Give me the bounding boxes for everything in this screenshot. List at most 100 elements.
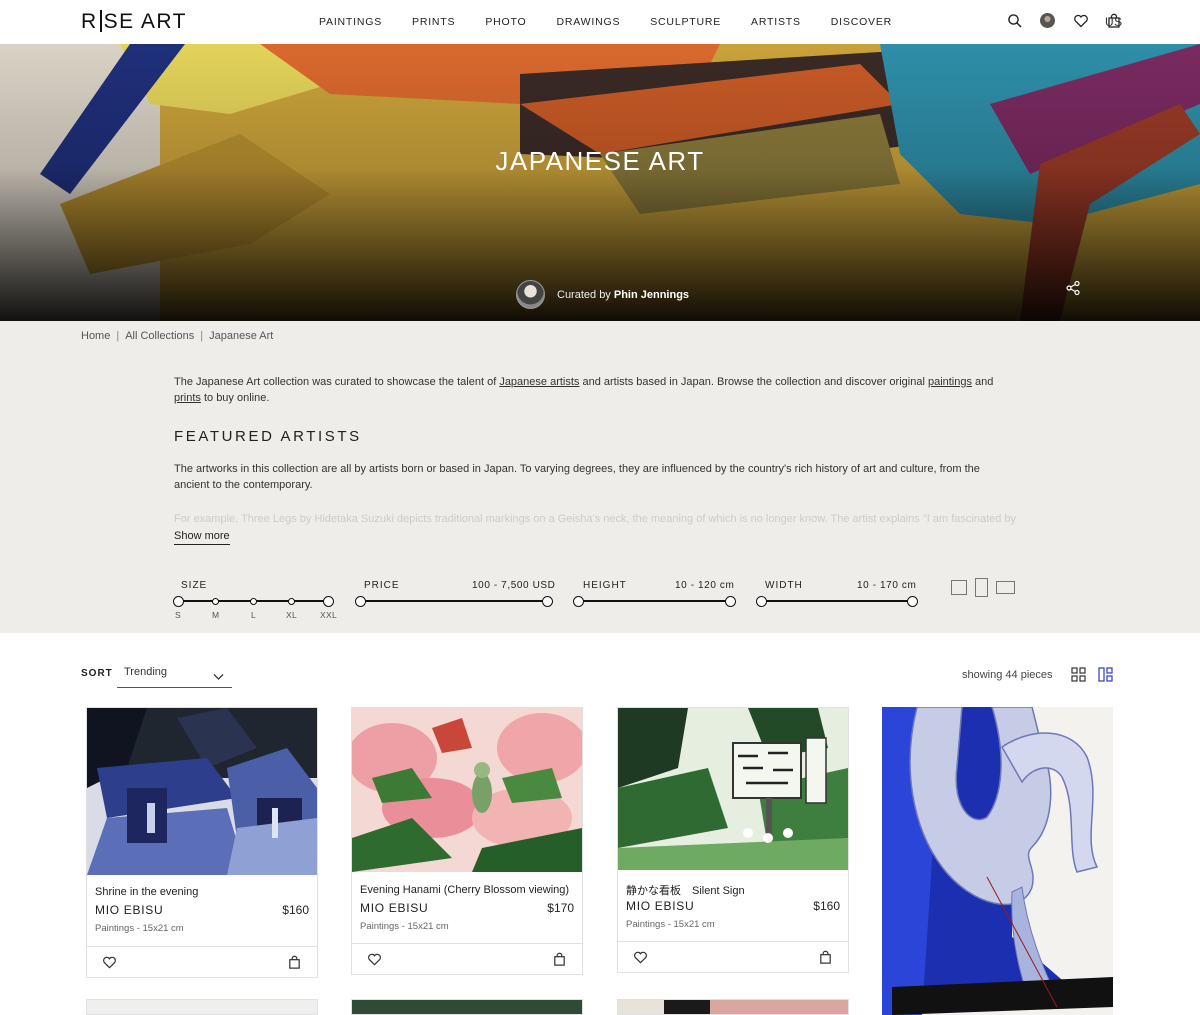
collection-title: JAPANESE ART	[495, 146, 705, 176]
breadcrumb: Home | All Collections | Japanese Art	[81, 330, 274, 342]
size-tick-s: S	[175, 610, 181, 620]
size-slider-stop-l[interactable]	[250, 598, 257, 605]
artwork-image[interactable]	[87, 708, 317, 875]
nav-photo[interactable]: PHOTO	[485, 16, 526, 28]
artwork-card-tall[interactable]	[882, 707, 1113, 1015]
price-slider-min-handle[interactable]	[355, 596, 366, 607]
nav-discover[interactable]: DISCOVER	[831, 16, 892, 28]
size-filter-label: SIZE	[181, 580, 208, 591]
artwork-card-partial[interactable]	[86, 999, 318, 1015]
nav-artists[interactable]: ARTISTS	[751, 16, 801, 28]
height-slider-min-handle[interactable]	[573, 596, 584, 607]
artist-name[interactable]: MIO EBISU	[626, 899, 694, 913]
nav-paintings[interactable]: PAINTINGS	[319, 16, 382, 28]
nav-prints[interactable]: PRINTS	[412, 16, 455, 28]
height-filter-label: HEIGHT	[583, 580, 627, 591]
artwork-image[interactable]	[352, 708, 582, 872]
curator-text: Curated by Phin Jennings	[557, 289, 689, 301]
price-slider-track[interactable]	[360, 600, 548, 602]
size-slider-stop-xl[interactable]	[288, 598, 295, 605]
locale-selector[interactable]: US	[1105, 15, 1123, 29]
artwork-price: $160	[813, 899, 840, 913]
nav-sculpture[interactable]: SCULPTURE	[650, 16, 721, 28]
artwork-card[interactable]: Shrine in the evening MIO EBISU $160 Pai…	[86, 707, 318, 978]
nav-drawings[interactable]: DRAWINGS	[556, 16, 620, 28]
orientation-portrait-button[interactable]	[975, 578, 988, 597]
price-range-value: 100 - 7,500 USD	[472, 580, 556, 591]
header-icons	[990, 13, 1122, 29]
size-slider-max-handle[interactable]	[323, 596, 334, 607]
logo-bar	[99, 10, 102, 32]
artist-name[interactable]: MIO EBISU	[360, 901, 428, 915]
orientation-landscape-button[interactable]	[996, 581, 1015, 594]
artwork-card-partial[interactable]	[617, 999, 849, 1015]
curator-name[interactable]: Phin Jennings	[614, 289, 689, 301]
orientation-square-button[interactable]	[951, 580, 967, 595]
japanese-artists-link[interactable]: Japanese artists	[499, 376, 579, 388]
artwork-title[interactable]: 静かな看板 Silent Sign	[626, 882, 745, 898]
sort-label: SORT	[81, 668, 113, 679]
size-tick-xl: XL	[286, 610, 297, 620]
height-range-value: 10 - 120 cm	[675, 580, 735, 591]
size-slider-min-handle[interactable]	[173, 596, 184, 607]
artwork-card[interactable]: 静かな看板 Silent Sign MIO EBISU $160 Paintin…	[617, 707, 849, 973]
size-tick-l: L	[251, 610, 257, 620]
width-range-value: 10 - 170 cm	[857, 580, 917, 591]
add-to-wishlist-heart-icon[interactable]	[367, 952, 382, 972]
card-actions	[618, 941, 848, 973]
card-actions	[87, 946, 317, 978]
show-more-link[interactable]: Show more	[174, 530, 230, 545]
artwork-price: $170	[547, 901, 574, 915]
height-slider-max-handle[interactable]	[725, 596, 736, 607]
breadcrumb-home[interactable]: Home	[81, 330, 110, 342]
price-slider-max-handle[interactable]	[542, 596, 553, 607]
sort-dropdown[interactable]: Trending	[117, 660, 232, 688]
paintings-link[interactable]: paintings	[928, 376, 972, 388]
curator-avatar[interactable]	[516, 280, 545, 309]
masonry-view-icon[interactable]	[1098, 667, 1113, 687]
height-slider-track[interactable]	[579, 600, 731, 602]
hero-banner: JAPANESE ART Curated by Phin Jennings	[0, 44, 1200, 321]
card-actions	[352, 943, 582, 975]
results-count: showing 44 pieces	[962, 669, 1053, 681]
width-slider-max-handle[interactable]	[907, 596, 918, 607]
breadcrumb-all-collections[interactable]: All Collections	[125, 330, 194, 342]
prints-link[interactable]: prints	[174, 392, 201, 404]
intro-text-4: to buy online.	[200, 392, 270, 404]
size-tick-m: M	[212, 610, 220, 620]
width-slider-track[interactable]	[761, 600, 913, 602]
add-to-cart-bag-icon[interactable]	[818, 950, 833, 970]
featured-artists-text: The artworks in this collection are all …	[174, 463, 980, 491]
artwork-card-partial[interactable]	[351, 999, 583, 1015]
curator-info: Curated by Phin Jennings	[516, 280, 689, 309]
search-icon[interactable]	[1007, 13, 1023, 29]
collection-info-section: Home | All Collections | Japanese Art The Ja…	[0, 321, 1200, 633]
top-navigation-bar: R SE ART PAINTINGS PRINTS PHOTO DRAWINGS …	[0, 0, 1200, 44]
breadcrumb-current: Japanese Art	[209, 330, 274, 342]
size-slider-stop-m[interactable]	[212, 598, 219, 605]
logo-right: SE ART	[103, 10, 187, 33]
artwork-meta: Paintings - 15x21 cm	[626, 919, 715, 930]
rise-art-logo[interactable]: R SE ART	[81, 10, 187, 34]
collection-intro: The Japanese Art collection was curated …	[174, 374, 1024, 406]
collapsed-text-preview: For example, Three Legs by Hidetaka Suzu…	[174, 513, 1017, 525]
artwork-title[interactable]: Evening Hanami (Cherry Blossom viewing)	[360, 884, 569, 896]
grid-view-icon[interactable]	[1071, 667, 1086, 687]
add-to-wishlist-heart-icon[interactable]	[633, 950, 648, 970]
width-slider-min-handle[interactable]	[756, 596, 767, 607]
account-avatar[interactable]	[1040, 13, 1056, 29]
intro-text-2: and artists based in Japan. Browse the c…	[579, 376, 928, 388]
artwork-card[interactable]: Evening Hanami (Cherry Blossom viewing) …	[351, 707, 583, 975]
wishlist-heart-icon[interactable]	[1073, 13, 1089, 29]
add-to-wishlist-heart-icon[interactable]	[102, 955, 117, 975]
intro-text-1: The Japanese Art collection was curated …	[174, 376, 500, 388]
intro-text-3: and	[972, 376, 994, 388]
width-filter-label: WIDTH	[765, 580, 803, 591]
artwork-image[interactable]	[882, 707, 1113, 1015]
artwork-title[interactable]: Shrine in the evening	[95, 886, 198, 898]
price-filter-label: PRICE	[364, 580, 400, 591]
artist-name[interactable]: MIO EBISU	[95, 903, 163, 917]
add-to-cart-bag-icon[interactable]	[287, 955, 302, 975]
artwork-image[interactable]	[618, 708, 848, 870]
add-to-cart-bag-icon[interactable]	[552, 952, 567, 972]
